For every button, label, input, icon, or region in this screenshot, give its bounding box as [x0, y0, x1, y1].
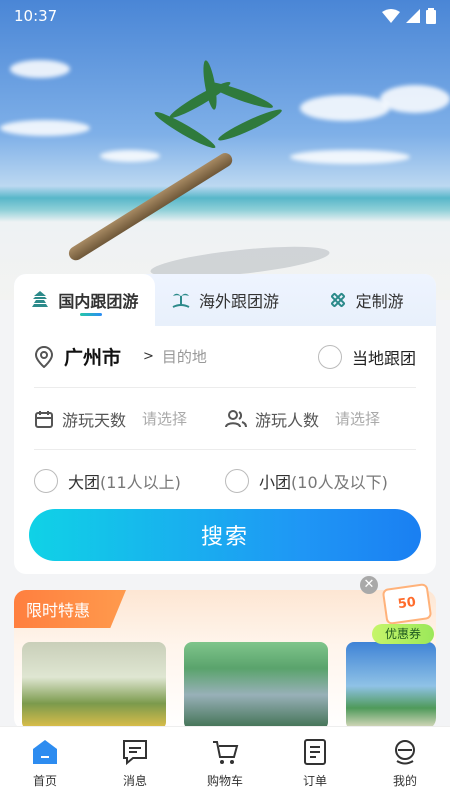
large-group-option[interactable]: 大团(11人以上)	[34, 469, 225, 493]
deal-card-2-image[interactable]	[184, 642, 328, 730]
deal-card-1-image[interactable]	[22, 642, 166, 730]
destination-input[interactable]: 目的地	[162, 346, 207, 367]
people-icon	[225, 409, 247, 427]
cart-icon	[213, 741, 239, 764]
trip-details-row: 游玩天数 请选择 游玩人数 请选择	[34, 388, 416, 450]
flash-sale-title: 限时特惠	[14, 590, 126, 628]
local-group-option[interactable]: 当地跟团	[317, 344, 416, 369]
nav-cart[interactable]: 购物车	[180, 727, 270, 800]
departure-city[interactable]: 广州市	[64, 343, 121, 370]
signal-icon	[406, 9, 420, 23]
trip-type-tabs: 国内跟团游 海外跟团游 定制游	[14, 274, 436, 326]
days-selector[interactable]: 游玩天数 请选择	[34, 407, 225, 431]
calendar-icon	[35, 410, 53, 428]
coupon-value: 50	[381, 582, 433, 626]
island-icon	[172, 293, 190, 308]
pagoda-icon	[32, 291, 49, 307]
tab-overseas-group[interactable]: 海外跟团游	[155, 274, 296, 326]
coupon-badge[interactable]: 50 优惠券	[372, 582, 434, 646]
search-card: 国内跟团游 海外跟团游 定制游 广州市 > 目的地 当地跟团 游玩天数 请选择 …	[14, 274, 436, 574]
people-value: 请选择	[335, 410, 381, 428]
group-size-row: 大团(11人以上) 小团(10人及以下)	[34, 450, 416, 512]
order-icon	[304, 739, 326, 765]
nav-profile[interactable]: 我的	[360, 727, 450, 800]
nav-messages[interactable]: 消息	[90, 727, 180, 800]
tab-custom-tour[interactable]: 定制游	[295, 274, 436, 326]
battery-icon	[426, 8, 436, 24]
coupon-label: 优惠券	[372, 624, 434, 644]
profile-icon	[395, 740, 415, 765]
status-bar: 10:37	[0, 0, 450, 32]
location-row: 广州市 > 目的地 当地跟团	[34, 326, 416, 388]
small-group-radio[interactable]	[225, 469, 249, 493]
home-icon	[33, 740, 57, 764]
days-label: 游玩天数	[62, 410, 127, 430]
search-button[interactable]: 搜索	[29, 509, 421, 561]
people-label: 游玩人数	[255, 410, 320, 430]
nav-home[interactable]: 首页	[0, 727, 90, 800]
deal-card-3-image[interactable]	[346, 642, 436, 730]
message-icon	[123, 740, 147, 766]
status-time: 10:37	[14, 7, 58, 25]
local-group-radio[interactable]	[317, 344, 342, 369]
local-group-label: 当地跟团	[351, 348, 416, 368]
hero-beach-image	[0, 0, 450, 300]
days-value: 请选择	[142, 410, 188, 428]
wifi-icon	[382, 9, 400, 23]
close-icon[interactable]: ✕	[360, 576, 378, 594]
large-group-radio[interactable]	[34, 469, 58, 493]
nav-orders[interactable]: 订单	[270, 727, 360, 800]
tab-domestic-group[interactable]: 国内跟团游	[14, 274, 155, 326]
bottom-nav: 首页 消息 购物车 订单 我的	[0, 726, 450, 800]
location-pin-icon	[34, 345, 54, 368]
arrow-icon: >	[143, 349, 154, 364]
small-group-option[interactable]: 小团(10人及以下)	[225, 469, 416, 493]
tools-icon	[330, 293, 345, 307]
people-selector[interactable]: 游玩人数 请选择	[225, 407, 416, 431]
